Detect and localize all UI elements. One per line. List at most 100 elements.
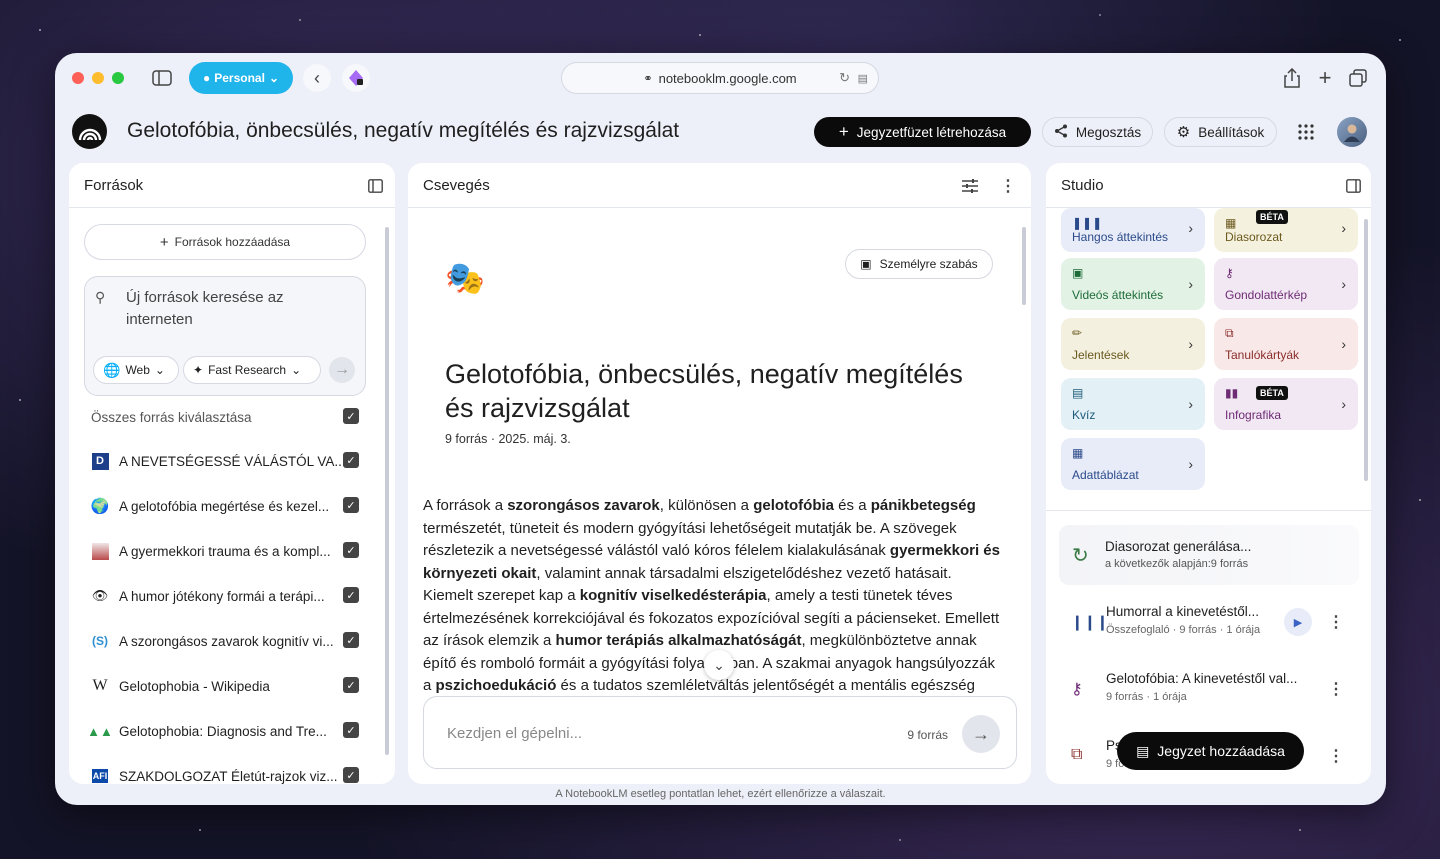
select-all-row[interactable]: Összes forrás kiválasztása ✓: [91, 406, 359, 428]
settings-label: Beállítások: [1198, 124, 1265, 140]
more-vert-icon[interactable]: ⋮: [1328, 679, 1344, 699]
summary-text: az írások elemzik a: [423, 632, 556, 649]
more-vert-icon[interactable]: ⋮: [1000, 177, 1016, 195]
customize-button[interactable]: ▣ Személyre szabás: [845, 249, 993, 279]
notebook-heading: Gelotofóbia, önbecsülés, negatív megítél…: [445, 357, 963, 425]
source-item[interactable]: (S) A szorongásos zavarok kognitív vi... ✓: [91, 630, 359, 652]
reader-icon[interactable]: ▤: [858, 72, 868, 85]
source-icon: ▲▲: [87, 723, 113, 739]
source-checkbox[interactable]: ✓: [343, 677, 359, 693]
studio-scrollbar[interactable]: [1364, 219, 1368, 481]
collapse-panel-icon[interactable]: [367, 178, 383, 194]
studio-card-data-table[interactable]: ▦ Adattáblázat ›: [1061, 438, 1205, 490]
chat-heading: Csevegés: [423, 176, 490, 194]
chevron-down-icon: ⌄: [291, 363, 302, 377]
summary-highlight: gelotofóbia: [753, 497, 835, 514]
source-checkbox[interactable]: ✓: [343, 542, 359, 558]
chevron-right-icon: ›: [1188, 276, 1193, 292]
source-checkbox[interactable]: ✓: [343, 632, 359, 648]
source-item[interactable]: W Gelotophobia - Wikipedia ✓: [91, 675, 359, 697]
profile-button[interactable]: ● Personal ⌄: [189, 62, 293, 94]
source-item[interactable]: D A NEVETSÉGESSÉ VÁLÁSTÓL VA... ✓: [91, 450, 359, 472]
research-mode-dropdown[interactable]: ✦ Fast Research ⌄: [183, 356, 321, 384]
scroll-down-button[interactable]: ⌄: [704, 650, 734, 680]
mindmap-icon: ⚷: [1071, 681, 1083, 698]
add-note-button[interactable]: ▤ Jegyzet hozzáadása: [1117, 732, 1304, 770]
chat-scrollbar[interactable]: [1022, 227, 1026, 305]
chevron-right-icon: ›: [1341, 396, 1346, 412]
create-notebook-button[interactable]: + Jegyzetfüzet létrehozása: [814, 117, 1031, 147]
more-vert-icon[interactable]: ⋮: [1328, 746, 1344, 766]
send-button[interactable]: →: [962, 715, 1000, 753]
chat-settings-icon[interactable]: [961, 177, 979, 195]
close-window-button[interactable]: [72, 72, 84, 84]
studio-card-reports[interactable]: ✏ Jelentések ›: [1061, 318, 1205, 370]
sidebar-toggle-icon[interactable]: [151, 68, 173, 88]
audio-wave-icon: ❚❚❚: [1072, 216, 1103, 230]
report-icon: ✏: [1072, 326, 1083, 340]
flashcards-icon: ⧉: [1071, 746, 1083, 763]
browser-window: ● Personal ⌄ ‹ ⚭ notebooklm.google.com ↻…: [55, 53, 1386, 805]
studio-card-flashcards[interactable]: ⧉ Tanulókártyák ›: [1214, 318, 1358, 370]
studio-card-infographic[interactable]: ▮▮ BÉTA Infografika ›: [1214, 378, 1358, 430]
sources-scrollbar[interactable]: [385, 227, 389, 755]
web-search-box: ⚲ Új források keresése az interneten 🌐 W…: [84, 276, 366, 396]
web-source-dropdown[interactable]: 🌐 Web ⌄: [93, 356, 179, 384]
source-checkbox[interactable]: ✓: [343, 767, 359, 783]
source-icon: (S): [92, 634, 108, 648]
studio-card-label: Diasorozat: [1225, 230, 1283, 244]
search-input[interactable]: Új források keresése az interneten: [126, 287, 306, 331]
source-item[interactable]: AFI SZAKDOLGOZAT Életút-rajzok viz... ✓: [91, 765, 359, 784]
sources-heading: Források: [84, 176, 144, 194]
back-button[interactable]: ‹: [303, 64, 331, 92]
chat-input-box[interactable]: Kezdjen el gépelni... 9 forrás →: [423, 696, 1017, 769]
notebooklm-logo[interactable]: [72, 114, 107, 149]
address-bar[interactable]: ⚭ notebooklm.google.com ↻ ▤: [561, 62, 879, 94]
studio-card-video-overview[interactable]: ▣ Videós áttekintés ›: [1061, 258, 1205, 310]
source-item[interactable]: ▲▲ Gelotophobia: Diagnosis and Tre... ✓: [87, 720, 359, 742]
notebook-title[interactable]: Gelotofóbia, önbecsülés, negatív megítél…: [127, 119, 679, 143]
new-tab-icon[interactable]: +: [1314, 65, 1336, 90]
share-button[interactable]: Megosztás: [1042, 117, 1153, 147]
source-label: A NEVETSÉGESSÉ VÁLÁSTÓL VA...: [119, 453, 346, 469]
reload-icon[interactable]: ↻: [839, 70, 850, 86]
share-page-icon[interactable]: [1281, 66, 1303, 90]
settings-button[interactable]: ⚙ Beállítások: [1164, 117, 1277, 147]
chat-input[interactable]: Kezdjen el gépelni...: [447, 725, 582, 742]
source-checkbox[interactable]: ✓: [343, 497, 359, 513]
zoom-window-button[interactable]: [112, 72, 124, 84]
generating-row: ↻ Diasorozat generálása... a következők …: [1059, 525, 1359, 585]
summary-text: , amely a testi tünetek téves: [766, 587, 953, 604]
search-submit-button[interactable]: →: [329, 357, 355, 383]
studio-card-slide-deck[interactable]: ▦ BÉTA Diasorozat ›: [1214, 208, 1358, 252]
customize-label: Személyre szabás: [879, 257, 978, 271]
studio-card-label: Infografika: [1225, 408, 1282, 422]
studio-item-audio[interactable]: ❙❙❙ Humorral a kinevetéstől... Összefogl…: [1059, 598, 1359, 648]
extension-icon[interactable]: [342, 64, 370, 92]
sync-icon: ↻: [1072, 545, 1089, 567]
summary-line: környezeti okait, valamint annak társada…: [423, 563, 1019, 586]
source-checkbox[interactable]: ✓: [343, 722, 359, 738]
share-icon: [1054, 124, 1068, 141]
avatar[interactable]: [1337, 117, 1367, 147]
studio-card-mind-map[interactable]: ⚷ Gondolattérkép ›: [1214, 258, 1358, 310]
play-button[interactable]: ▶: [1284, 608, 1312, 636]
select-all-checkbox[interactable]: ✓: [343, 408, 359, 424]
minimize-window-button[interactable]: [92, 72, 104, 84]
source-icon: 👁: [91, 588, 109, 603]
source-item[interactable]: 🌍 A gelotofóbia megértése és kezel... ✓: [91, 495, 359, 517]
studio-card-quiz[interactable]: ▤ Kvíz ›: [1061, 378, 1205, 430]
source-item[interactable]: 👁 A humor jótékony formái a terápi... ✓: [91, 585, 359, 607]
source-checkbox[interactable]: ✓: [343, 452, 359, 468]
studio-item-mindmap[interactable]: ⚷ Gelotofóbia: A kinevetéstől val... 9 f…: [1059, 665, 1359, 715]
tabs-overview-icon[interactable]: [1347, 67, 1369, 89]
source-item[interactable]: A gyermekkori trauma és a kompl... ✓: [91, 540, 359, 562]
studio-card-audio-overview[interactable]: ❚❚❚ Hangos áttekintés ›: [1061, 208, 1205, 252]
research-label: Fast Research: [208, 363, 287, 377]
quiz-icon: ▤: [1072, 386, 1084, 400]
add-sources-button[interactable]: + Források hozzáadása: [84, 224, 366, 260]
apps-grid-icon[interactable]: [1296, 122, 1316, 142]
more-vert-icon[interactable]: ⋮: [1328, 612, 1344, 632]
source-checkbox[interactable]: ✓: [343, 587, 359, 603]
collapse-panel-icon[interactable]: [1345, 178, 1361, 194]
